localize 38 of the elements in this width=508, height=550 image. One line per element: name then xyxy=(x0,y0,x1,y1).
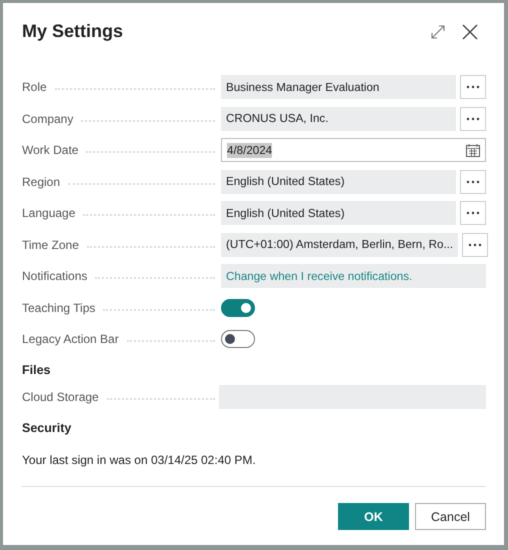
field-label: Legacy Action Bar xyxy=(22,332,120,346)
field-label: Company xyxy=(22,112,74,126)
field-label: Time Zone xyxy=(22,238,80,252)
field-label: Language xyxy=(22,206,76,220)
ok-button[interactable]: OK xyxy=(338,503,409,530)
expand-icon[interactable] xyxy=(430,24,446,40)
more-icon xyxy=(466,116,480,120)
dialog-title: My Settings xyxy=(22,21,124,42)
close-icon[interactable] xyxy=(462,24,478,40)
field-label: Region xyxy=(22,174,62,188)
input-field[interactable]: (UTC+01:00) Amsterdam, Berlin, Bern, Ro... xyxy=(221,232,458,256)
field-label: Work Date xyxy=(22,143,80,157)
sign-in-text: Your last sign in was on 03/14/25 02:40 PM. xyxy=(22,453,257,467)
field-label: Teaching Tips xyxy=(22,300,96,314)
section-heading: Security xyxy=(22,421,72,435)
lookup-button[interactable] xyxy=(460,75,486,99)
input-field[interactable]: CRONUS USA, Inc. xyxy=(221,106,456,130)
toggle-switch[interactable] xyxy=(221,330,255,348)
field-label: Notifications xyxy=(22,269,88,283)
cancel-button[interactable]: Cancel xyxy=(415,503,486,530)
more-icon xyxy=(466,211,480,215)
more-icon xyxy=(466,85,480,89)
input-field[interactable]: English (United States) xyxy=(221,170,456,194)
input-field[interactable]: Business Manager Evaluation xyxy=(221,75,456,99)
calendar-icon[interactable] xyxy=(466,144,480,156)
section-heading: Files xyxy=(22,363,52,377)
lookup-button[interactable] xyxy=(462,232,488,256)
input-field[interactable]: English (United States) xyxy=(221,201,456,225)
field-label: Cloud Storage xyxy=(22,390,100,404)
more-icon xyxy=(466,180,480,184)
toggle-switch[interactable] xyxy=(221,298,255,316)
date-field[interactable]: 4/8/2024 xyxy=(221,138,486,162)
lookup-button[interactable] xyxy=(460,201,486,225)
date-value: 4/8/2024 xyxy=(227,142,272,158)
lookup-button[interactable] xyxy=(460,170,486,194)
field-label: Role xyxy=(22,80,48,94)
lookup-button[interactable] xyxy=(460,106,486,130)
more-icon xyxy=(468,242,482,246)
